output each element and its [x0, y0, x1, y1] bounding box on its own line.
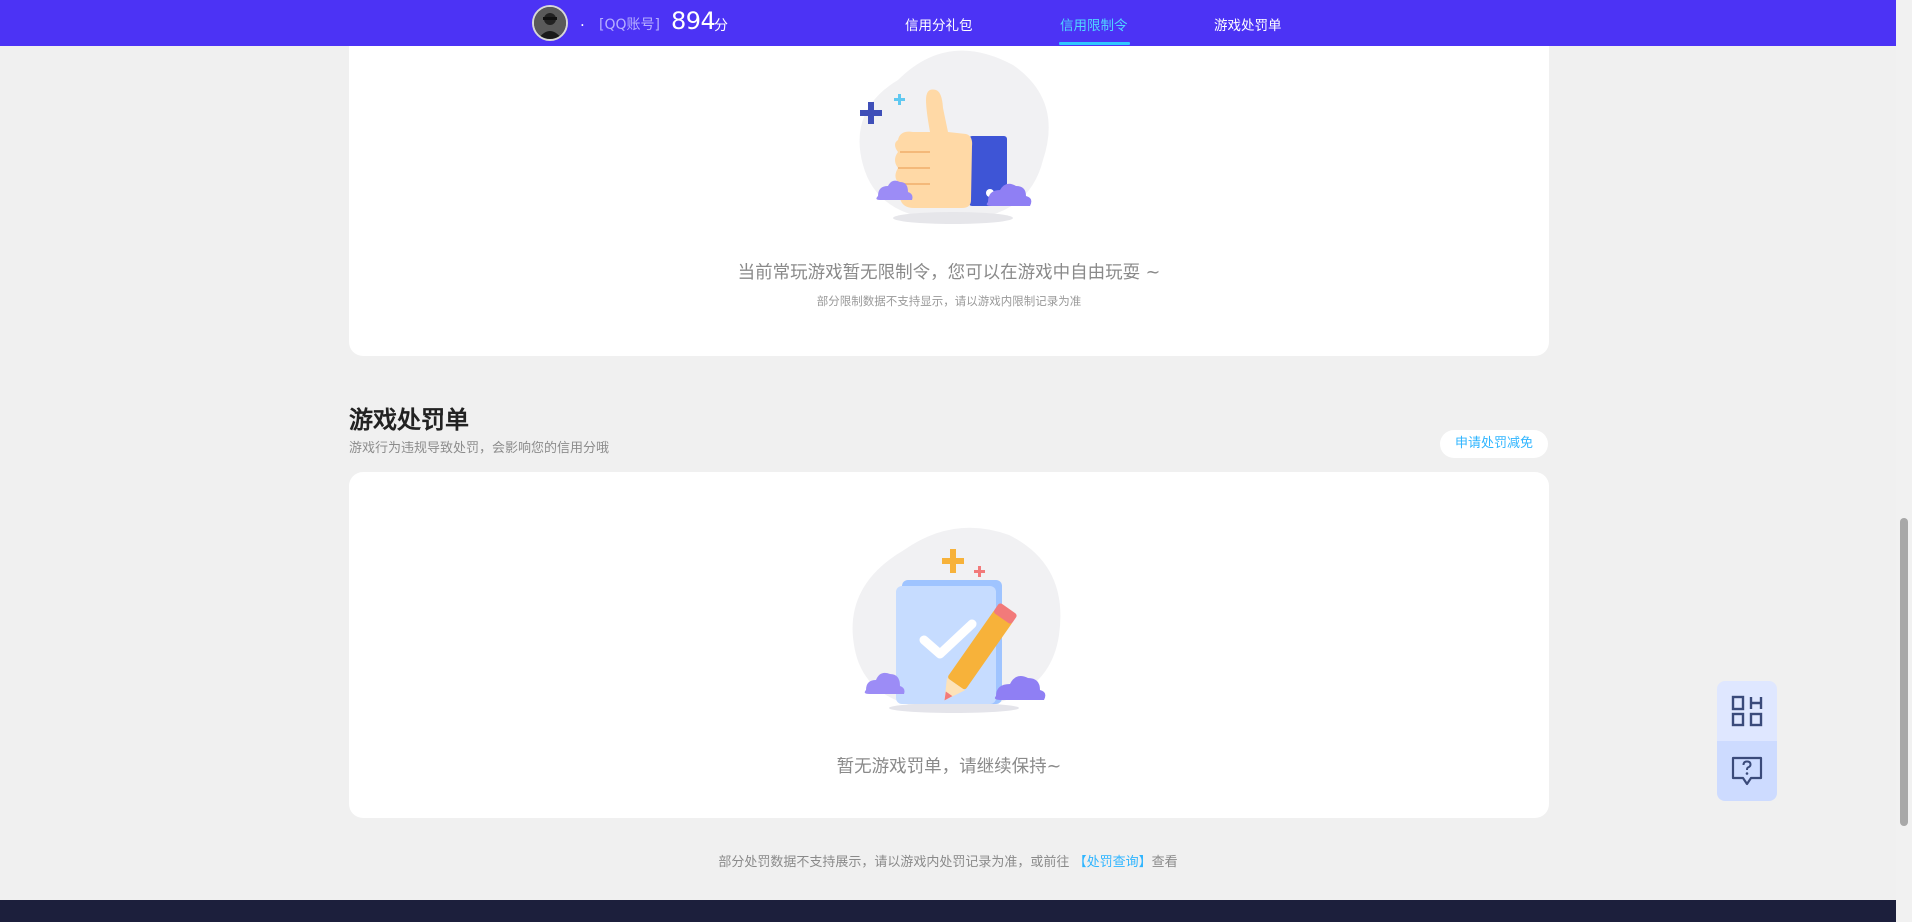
penalty-section-description: 游戏行为违规导致处罚，会影响您的信用分哦: [349, 441, 610, 456]
restriction-card: 当前常玩游戏暂无限制令，您可以在游戏中自由玩耍 ~ 部分限制数据不支持显示，请以…: [349, 0, 1549, 356]
penalty-section-title: 游戏处罚单: [349, 406, 469, 434]
penalty-empty-message: 暂无游戏罚单，请继续保持~: [836, 757, 1062, 777]
restriction-data-note: 部分限制数据不支持显示，请以游戏内限制记录为准: [816, 294, 1082, 308]
active-tab-indicator: [1059, 42, 1130, 45]
qr-code-icon: [1731, 695, 1763, 727]
footer-note-suffix: 查看: [1151, 855, 1178, 870]
top-nav-bar: . [QQ账号] 894 分 信用分礼包 信用限制令 游戏处罚单: [0, 0, 1896, 46]
footer-note: 部分处罚数据不支持展示，请以游戏内处罚记录为准，或前往 【处罚查询】查看: [0, 851, 1896, 870]
user-avatar[interactable]: [532, 5, 568, 41]
help-chat-icon: [1731, 756, 1763, 786]
penalty-card: 暂无游戏罚单，请继续保持~: [349, 472, 1549, 818]
credit-score-value: 894: [671, 7, 716, 35]
tab-credit-restriction[interactable]: 信用限制令: [1060, 14, 1128, 34]
apply-penalty-reduction-button[interactable]: 申请处罚减免: [1440, 430, 1548, 458]
checklist-pencil-illustration: [852, 527, 1061, 713]
thumbs-up-illustration: [859, 50, 1049, 224]
user-nickname: .: [580, 12, 585, 30]
qr-code-button[interactable]: [1717, 681, 1777, 741]
restriction-empty-message: 当前常玩游戏暂无限制令，您可以在游戏中自由玩耍 ~: [737, 263, 1161, 283]
penalty-query-link[interactable]: 【处罚查询】: [1074, 855, 1152, 870]
account-type-label: [QQ账号]: [599, 17, 660, 33]
credit-score-unit: 分: [714, 18, 728, 34]
tab-credit-gift[interactable]: 信用分礼包: [905, 14, 973, 34]
page-scrollbar-thumb[interactable]: [1900, 518, 1908, 826]
bottom-footer-bar: [0, 900, 1896, 922]
help-feedback-button[interactable]: [1717, 741, 1777, 801]
footer-note-text: 部分处罚数据不支持展示，请以游戏内处罚记录为准，或前往: [718, 855, 1070, 870]
tab-game-penalty[interactable]: 游戏处罚单: [1214, 14, 1282, 34]
